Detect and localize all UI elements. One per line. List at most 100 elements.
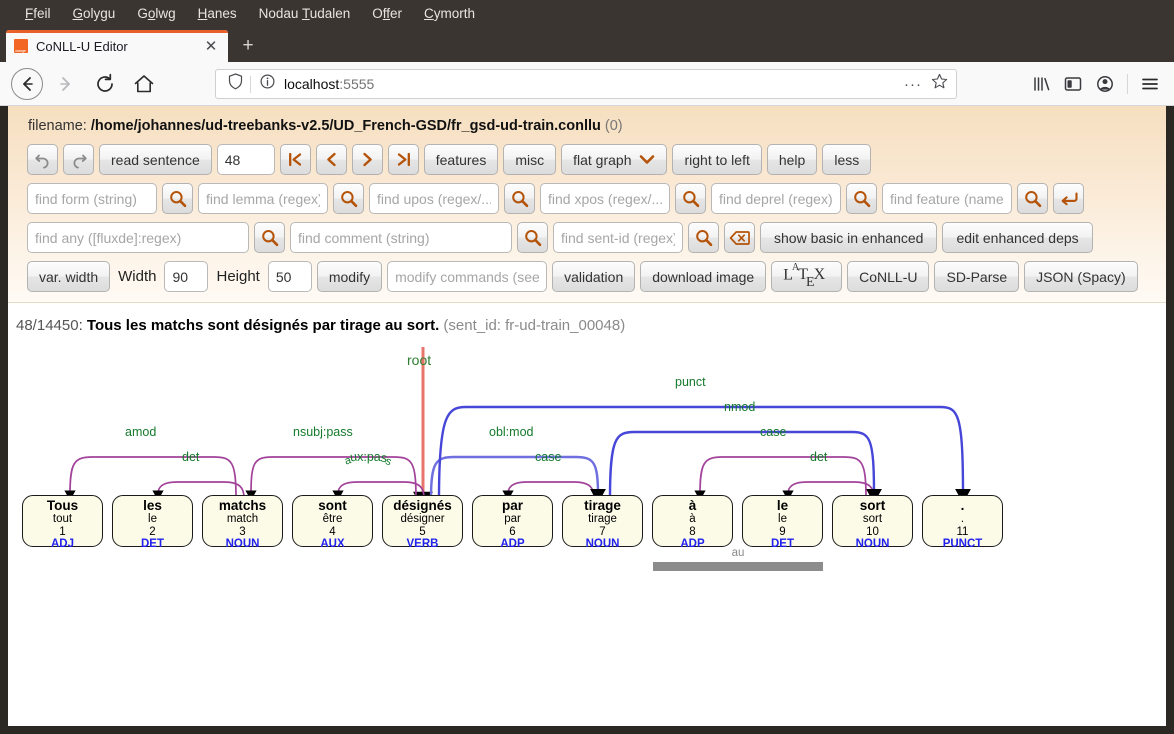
token-node-1[interactable]: Tous tout 1 ADJ xyxy=(22,495,103,550)
token-upos-10[interactable]: NOUN xyxy=(833,538,912,551)
token-upos-3[interactable]: NOUN xyxy=(203,538,282,551)
find-upos-input[interactable] xyxy=(369,183,499,214)
last-sentence-button[interactable] xyxy=(387,144,419,175)
info-icon[interactable] xyxy=(260,74,275,94)
download-image-button[interactable]: download image xyxy=(640,261,767,292)
token-upos-6[interactable]: ADP xyxy=(473,538,552,551)
library-icon[interactable] xyxy=(1025,68,1057,100)
reload-button[interactable] xyxy=(88,67,122,101)
arc-label-case-2[interactable]: case xyxy=(760,425,786,439)
graph-mode-select[interactable]: flat graph xyxy=(561,144,668,175)
account-icon[interactable] xyxy=(1089,68,1121,100)
misc-button[interactable]: misc xyxy=(503,144,557,175)
token-upos-7[interactable]: NOUN xyxy=(563,538,642,551)
token-lemma-3[interactable]: match xyxy=(203,513,282,526)
arc-label-nmod[interactable]: nmod xyxy=(724,400,755,414)
sd-parse-button[interactable]: SD-Parse xyxy=(934,261,1020,292)
back-button[interactable] xyxy=(10,67,44,101)
menu-item-golwg[interactable]: Golwg xyxy=(126,0,186,28)
modify-button[interactable]: modify xyxy=(316,261,383,292)
token-form-8[interactable]: à xyxy=(653,498,732,513)
arc-label-nsubj-pass[interactable]: nsubj:pass xyxy=(293,425,353,439)
arc-label-punct[interactable]: punct xyxy=(675,375,706,389)
help-button[interactable]: help xyxy=(766,144,818,175)
show-basic-in-enhanced-button[interactable]: show basic in enhanced xyxy=(760,222,938,253)
token-lemma-7[interactable]: tirage xyxy=(563,513,642,526)
find-feature-input[interactable] xyxy=(882,183,1012,214)
shield-icon[interactable] xyxy=(228,73,243,95)
clear-button[interactable] xyxy=(724,222,755,253)
modify-commands-input[interactable] xyxy=(387,261,548,292)
token-node-7[interactable]: tirage tirage 7 NOUN xyxy=(562,495,643,550)
find-any-input[interactable] xyxy=(27,222,249,253)
arc-label-det-2[interactable]: det xyxy=(810,450,827,464)
token-node-3[interactable]: matchs match 3 NOUN xyxy=(202,495,283,550)
token-lemma-8[interactable]: à xyxy=(653,513,732,526)
search-any-button[interactable] xyxy=(254,222,285,253)
menu-item-ffeil[interactable]: FFfeilfeil xyxy=(14,0,62,28)
token-form-3[interactable]: matchs xyxy=(203,498,282,513)
token-node-10[interactable]: sort sort 10 NOUN xyxy=(832,495,913,550)
address-bar[interactable]: localhost:5555 ··· xyxy=(215,69,957,99)
prev-sentence-button[interactable] xyxy=(315,144,347,175)
token-form-11[interactable]: . xyxy=(923,498,1002,513)
first-sentence-button[interactable] xyxy=(279,144,311,175)
hamburger-menu-icon[interactable] xyxy=(1134,68,1166,100)
token-form-10[interactable]: sort xyxy=(833,498,912,513)
menu-item-offer[interactable]: Offer xyxy=(361,0,413,28)
find-xpos-input[interactable] xyxy=(540,183,670,214)
token-node-2[interactable]: les le 2 DET xyxy=(112,495,193,550)
token-form-7[interactable]: tirage xyxy=(563,498,642,513)
token-lemma-11[interactable]: . xyxy=(923,513,1002,526)
token-node-9[interactable]: le le 9 DET xyxy=(742,495,823,550)
read-sentence-button[interactable]: read sentence xyxy=(99,144,212,175)
dependency-graph[interactable]: root amod det nsubj:pass aux:pass obl:mo… xyxy=(8,334,1166,609)
token-lemma-1[interactable]: tout xyxy=(23,513,102,526)
sentence-number-input[interactable] xyxy=(216,144,275,175)
token-upos-11[interactable]: PUNCT xyxy=(923,538,1002,551)
token-lemma-6[interactable]: par xyxy=(473,513,552,526)
bookmark-star-icon[interactable] xyxy=(931,73,948,95)
right-to-left-button[interactable]: right to left xyxy=(672,144,762,175)
token-node-8[interactable]: à à 8 ADP xyxy=(652,495,733,550)
find-form-input[interactable] xyxy=(27,183,157,214)
token-upos-5[interactable]: VERB xyxy=(383,538,462,551)
search-deprel-button[interactable] xyxy=(846,183,877,214)
find-lemma-input[interactable] xyxy=(198,183,328,214)
token-form-5[interactable]: désignés xyxy=(383,498,462,513)
token-lemma-4[interactable]: être xyxy=(293,513,372,526)
token-node-6[interactable]: par par 6 ADP xyxy=(472,495,553,550)
menu-item-cymorth[interactable]: Cymorth xyxy=(413,0,486,28)
token-lemma-9[interactable]: le xyxy=(743,513,822,526)
token-lemma-10[interactable]: sort xyxy=(833,513,912,526)
token-lemma-5[interactable]: désigner xyxy=(383,513,462,526)
search-comment-button[interactable] xyxy=(517,222,548,253)
mwt-label-au[interactable]: au xyxy=(653,547,823,559)
find-deprel-input[interactable] xyxy=(711,183,841,214)
menu-item-golygu[interactable]: Golygu xyxy=(62,0,127,28)
token-form-9[interactable]: le xyxy=(743,498,822,513)
var-width-button[interactable]: var. width xyxy=(27,261,111,292)
arc-label-case-1[interactable]: case xyxy=(535,450,561,464)
json-spacy-button[interactable]: JSON (Spacy) xyxy=(1024,261,1138,292)
latex-button[interactable]: LATEX xyxy=(771,261,843,292)
search-upos-button[interactable] xyxy=(504,183,535,214)
token-upos-2[interactable]: DET xyxy=(113,538,192,551)
arc-label-aux-pass[interactable]: aux:pass xyxy=(343,450,393,469)
search-xpos-button[interactable] xyxy=(675,183,706,214)
search-lemma-button[interactable] xyxy=(333,183,364,214)
token-node-4[interactable]: sont être 4 AUX xyxy=(292,495,373,550)
mwt-bar-au[interactable] xyxy=(653,562,823,571)
menu-item-hanes[interactable]: Hanes xyxy=(187,0,248,28)
edit-enhanced-deps-button[interactable]: edit enhanced deps xyxy=(942,222,1093,253)
token-node-5[interactable]: désignés désigner 5 VERB xyxy=(382,495,463,550)
less-button[interactable]: less xyxy=(822,144,872,175)
page-actions-icon[interactable]: ··· xyxy=(904,76,922,93)
features-button[interactable]: features xyxy=(423,144,499,175)
arc-label-obl-mod[interactable]: obl:mod xyxy=(489,425,533,439)
token-upos-1[interactable]: ADJ xyxy=(23,538,102,551)
token-node-11[interactable]: . . 11 PUNCT xyxy=(922,495,1003,550)
width-input[interactable] xyxy=(164,261,209,292)
new-tab-button[interactable]: + xyxy=(234,33,262,59)
tab-conllu-editor[interactable]: orange CoNLL-U Editor ✕ xyxy=(6,30,228,62)
